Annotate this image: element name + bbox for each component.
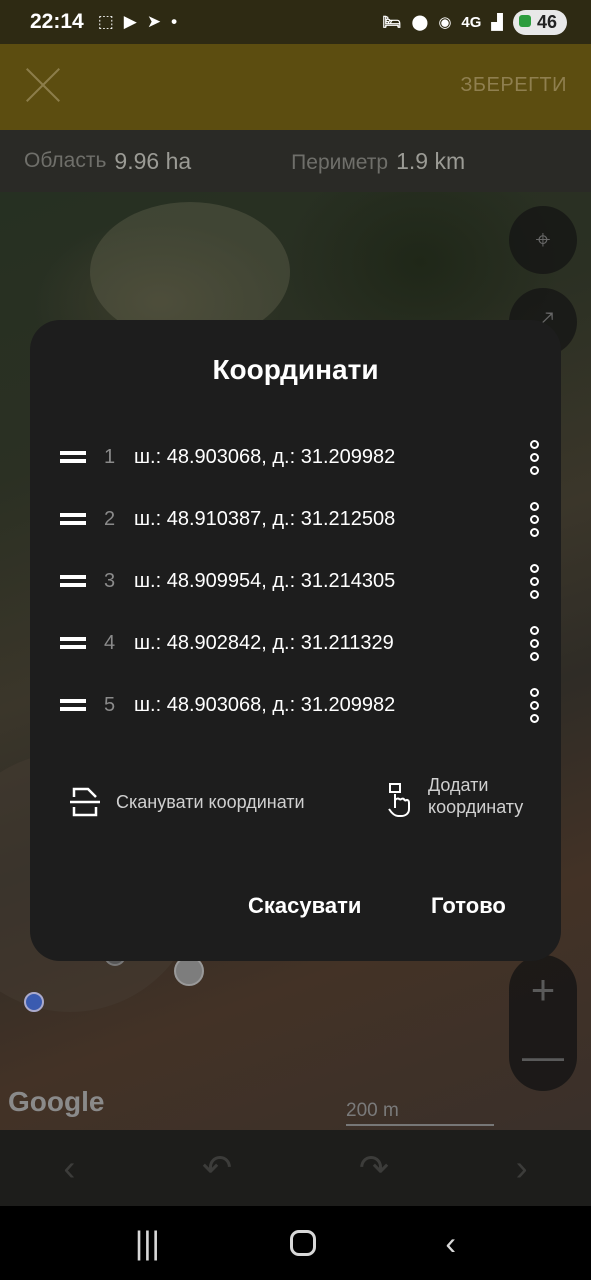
area-value: 9.96 ha (114, 147, 192, 174)
row-index: 2 (104, 507, 116, 530)
more-options-icon[interactable] (528, 501, 540, 537)
coordinate-text: ш.: 48.903068, д.: 31.209982 (134, 445, 396, 468)
zoom-in-button[interactable]: + (509, 969, 577, 1011)
back-icon[interactable]: ‹ (445, 1225, 456, 1262)
telegram-icon: ➤ (146, 12, 162, 31)
drag-handle-icon[interactable] (60, 699, 86, 711)
google-logo: Google (8, 1086, 105, 1117)
battery-indicator: 46 (512, 9, 567, 35)
drag-handle-icon[interactable] (60, 575, 86, 587)
location-icon: ⬤ (411, 14, 429, 31)
close-icon[interactable] (24, 66, 62, 104)
screenshot-icon: ⬚ (97, 12, 114, 31)
row-index: 3 (104, 569, 116, 592)
scale-bar: 200 m (346, 1100, 494, 1126)
more-options-icon[interactable] (528, 439, 540, 475)
undo-icon[interactable]: ↶ (202, 1147, 232, 1189)
edit-toolbar: ‹ ↶ ↷ › (0, 1130, 591, 1206)
hotspot-icon: ◉ (438, 14, 452, 31)
coordinate-row[interactable]: 5 ш.: 48.903068, д.: 31.209982 (60, 680, 540, 730)
dialog-title: Координати (212, 354, 379, 385)
zoom-controls: + — (509, 955, 577, 1091)
system-icons: 🛏 ⬤ ◉ 4G ▟ 46 (382, 9, 567, 35)
next-point-icon[interactable]: › (516, 1147, 528, 1189)
more-options-icon[interactable] (528, 563, 540, 599)
signal-icon: ▟ (491, 14, 503, 31)
more-options-icon[interactable] (528, 625, 540, 661)
notification-icons: ⬚ ▶ ➤ • (98, 12, 177, 32)
scan-coordinates-label: Сканувати координати (116, 791, 305, 812)
system-nav-bar: ||| ‹ (0, 1206, 591, 1280)
redo-icon[interactable]: ↷ (359, 1147, 389, 1189)
coordinate-row[interactable]: 2 ш.: 48.910387, д.: 31.212508 (60, 494, 540, 544)
area-label: Область (24, 149, 107, 172)
done-button[interactable]: Готово (431, 893, 506, 919)
more-options-icon[interactable] (528, 687, 540, 723)
add-coordinate-button[interactable]: Додати координату (386, 774, 524, 823)
coordinate-text: ш.: 48.910387, д.: 31.212508 (134, 507, 396, 530)
tap-hand-icon (386, 782, 414, 823)
row-index: 5 (104, 693, 116, 716)
bed-icon: 🛏 (382, 14, 402, 31)
status-time: 22:14 (30, 10, 84, 33)
coordinate-text: ш.: 48.909954, д.: 31.214305 (134, 569, 396, 592)
drag-handle-icon[interactable] (60, 513, 86, 525)
drag-handle-icon[interactable] (60, 637, 86, 649)
cancel-button[interactable]: Скасувати (248, 893, 361, 919)
perimeter-label: Периметр (291, 150, 389, 174)
zoom-out-button[interactable]: — (509, 1035, 577, 1077)
coordinate-row[interactable]: 3 ш.: 48.909954, д.: 31.214305 (60, 556, 540, 606)
drag-handle-icon[interactable] (60, 451, 86, 463)
prev-point-icon[interactable]: ‹ (63, 1147, 75, 1189)
coordinate-text: ш.: 48.903068, д.: 31.209982 (134, 693, 396, 716)
save-button[interactable]: ЗБЕРЕГТИ (460, 74, 567, 97)
perimeter-value: 1.9 km (396, 147, 466, 174)
map-location-dot (24, 992, 44, 1012)
row-index: 1 (104, 445, 116, 468)
status-bar: 22:14 ⬚ ▶ ➤ • 🛏 ⬤ ◉ 4G ▟ 46 (0, 0, 591, 44)
coordinate-text: ш.: 48.902842, д.: 31.211329 (134, 631, 394, 654)
row-index: 4 (104, 631, 116, 654)
scan-document-icon (68, 785, 102, 819)
app-bar: ЗБЕРЕГТИ (0, 44, 591, 130)
my-location-button[interactable]: ⌖ (509, 206, 577, 274)
add-coordinate-label: Додати координату (428, 775, 524, 817)
stats-bar: Область 9.96 ha Периметр 1.9 km (0, 130, 591, 192)
coordinates-dialog: Координати 1 ш.: 48.903068, д.: 31.20998… (30, 320, 561, 961)
home-icon[interactable] (289, 1230, 316, 1256)
scan-coordinates-button[interactable]: Сканувати координати (68, 785, 305, 819)
dot-icon: • (171, 12, 178, 31)
recents-icon[interactable]: ||| (135, 1225, 160, 1262)
network-label: 4G (461, 13, 482, 31)
coordinate-row[interactable]: 1 ш.: 48.903068, д.: 31.209982 (60, 432, 540, 482)
coordinate-row[interactable]: 4 ш.: 48.902842, д.: 31.211329 (60, 618, 540, 668)
youtube-icon: ▶ (123, 12, 137, 31)
